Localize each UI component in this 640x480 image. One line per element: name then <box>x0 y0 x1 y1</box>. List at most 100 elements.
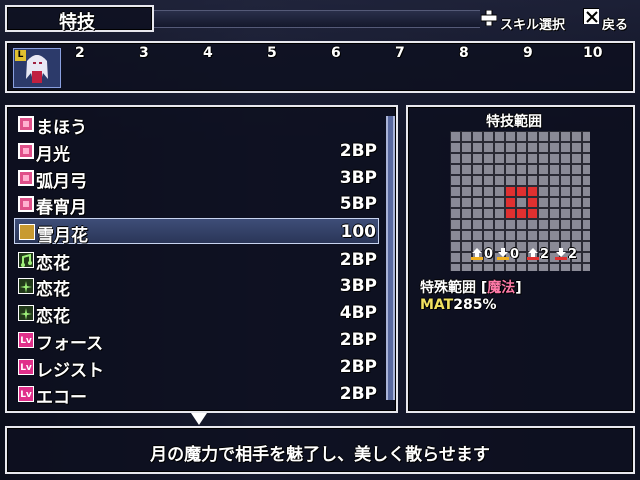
range-cell <box>473 143 482 152</box>
scrollbar-thumb[interactable] <box>388 116 393 400</box>
skill-row[interactable]: Lv エコー 2BP <box>14 381 379 408</box>
description-window: 月の魔力で相手を魅了し、美しく散らせます <box>5 426 635 474</box>
range-cell <box>484 154 493 163</box>
range-cell <box>550 132 559 141</box>
title-window: 特技 <box>5 5 154 33</box>
range-cell <box>495 154 504 163</box>
range-cell <box>451 264 460 273</box>
range-cell <box>462 143 471 152</box>
skill-name: エコー <box>36 388 87 408</box>
party-slot-5[interactable]: 5 <box>267 45 277 61</box>
range-cell <box>583 253 592 262</box>
party-slot-3[interactable]: 3 <box>139 45 149 61</box>
range-cell <box>528 165 537 174</box>
skill-cost: 3BP <box>339 276 377 296</box>
party-slot-9[interactable]: 9 <box>523 45 533 61</box>
range-cell <box>572 132 581 141</box>
skill-description: 月の魔力で相手を魅了し、美しく散らせます <box>150 445 490 465</box>
skill-row[interactable]: 恋花 4BP <box>14 300 379 327</box>
party-slot-6[interactable]: 6 <box>331 45 341 61</box>
range-cell <box>495 198 504 207</box>
party-bar: L 2 3 4 5 6 7 8 9 10 <box>5 41 635 93</box>
range-cell <box>495 264 504 273</box>
range-cell <box>484 231 493 240</box>
range-cell <box>561 187 570 196</box>
range-target-cell <box>506 198 515 207</box>
range-cell <box>528 264 537 273</box>
party-slot-8[interactable]: 8 <box>459 45 469 61</box>
range-cell <box>572 176 581 185</box>
range-cell <box>561 231 570 240</box>
party-slot-7[interactable]: 7 <box>395 45 405 61</box>
range-cell <box>528 176 537 185</box>
skill-row[interactable]: Lv レジスト 2BP <box>14 354 379 381</box>
magic-category-icon <box>18 116 34 132</box>
range-cell <box>583 198 592 207</box>
arrow-up-icon <box>471 248 483 260</box>
skill-name: まほう <box>36 118 87 138</box>
range-cell <box>451 154 460 163</box>
character-portrait[interactable]: L <box>13 48 61 88</box>
range-cell <box>572 154 581 163</box>
lv-icon: Lv <box>18 332 34 348</box>
range-cell <box>462 187 471 196</box>
range-cell <box>572 231 581 240</box>
range-cell <box>583 176 592 185</box>
party-slot-2[interactable]: 2 <box>75 45 85 61</box>
skill-row[interactable]: まほう <box>14 111 379 138</box>
range-cell <box>473 187 482 196</box>
skill-row[interactable]: 恋花 3BP <box>14 273 379 300</box>
range-cell <box>473 264 482 273</box>
hint-skill-select[interactable]: スキル選択 <box>500 14 565 33</box>
cancel-key-icon <box>583 8 599 24</box>
hint-back[interactable]: 戻る <box>602 14 628 33</box>
range-cell <box>550 231 559 240</box>
range-cell <box>561 132 570 141</box>
skill-row[interactable]: Lv フォース 2BP <box>14 327 379 354</box>
skill-row[interactable]: 恋花 2BP <box>14 247 379 274</box>
range-cell <box>473 154 482 163</box>
range-cell <box>539 154 548 163</box>
range-cell <box>539 187 548 196</box>
skill-row[interactable]: 春宵月 5BP <box>14 191 379 218</box>
range-cell <box>572 198 581 207</box>
range-cell <box>550 198 559 207</box>
range-cell <box>506 154 515 163</box>
range-cell <box>517 154 526 163</box>
range-cell <box>528 132 537 141</box>
range-cell <box>495 143 504 152</box>
range-cell <box>451 176 460 185</box>
range-cell <box>473 132 482 141</box>
skill-name: 雪月花 <box>37 226 88 246</box>
skill-row-selected[interactable]: 雪月花 100 <box>14 218 379 246</box>
skill-name: 恋花 <box>36 254 70 274</box>
skill-cost: 4BP <box>339 303 377 323</box>
range-stat-4: 2 <box>568 247 578 262</box>
lv-icon: Lv <box>18 386 34 402</box>
range-cell <box>517 198 526 207</box>
range-cell <box>583 165 592 174</box>
range-cell <box>473 165 482 174</box>
pink-skill-icon <box>18 170 34 186</box>
range-cell <box>539 132 548 141</box>
range-target-cell <box>517 209 526 218</box>
green-sparkle-icon <box>18 305 34 321</box>
range-cell <box>572 143 581 152</box>
skill-cost: 100 <box>340 222 377 242</box>
range-cell <box>550 154 559 163</box>
skill-row[interactable]: 月光 2BP <box>14 138 379 165</box>
party-slot-10[interactable]: 10 <box>583 45 602 61</box>
character-sprite-icon <box>26 55 48 83</box>
mat-line: MAT285% <box>420 297 497 313</box>
range-target-cell <box>517 187 526 196</box>
range-cell <box>550 187 559 196</box>
skill-row[interactable]: 弧月弓 3BP <box>14 165 379 192</box>
range-cell <box>451 187 460 196</box>
range-cell <box>451 242 460 251</box>
range-window: 特技範囲 0 0 2 2 特殊範囲 [魔法] MAT285% <box>406 105 635 413</box>
skill-name: 月光 <box>36 145 70 165</box>
party-slot-4[interactable]: 4 <box>203 45 213 61</box>
range-cell <box>528 154 537 163</box>
range-cell <box>462 154 471 163</box>
skill-cost: 3BP <box>339 168 377 188</box>
